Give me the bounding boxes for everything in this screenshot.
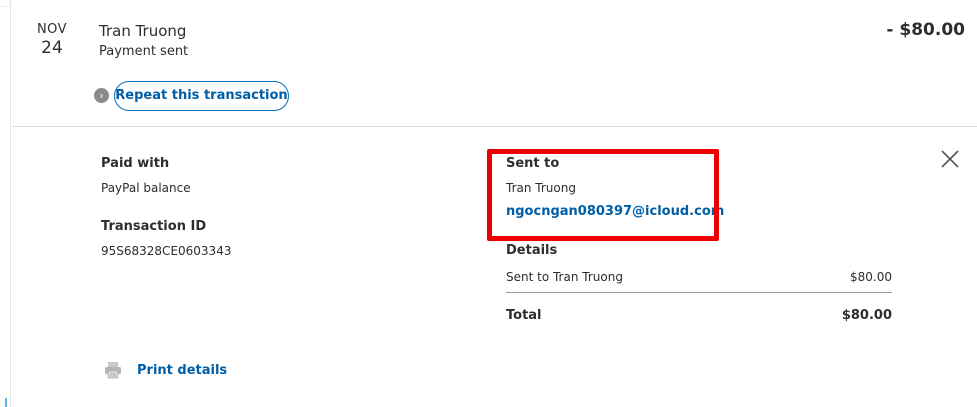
details-label: Details — [506, 243, 558, 258]
chevron-right-icon[interactable]: › — [94, 88, 109, 103]
transaction-date: NOV 24 — [22, 22, 82, 58]
print-details-link[interactable]: Print details — [137, 363, 227, 379]
transaction-id-value: 95S68328CE0603343 — [101, 244, 232, 258]
paid-with-value: PayPal balance — [101, 181, 191, 195]
total-label: Total — [506, 308, 542, 323]
transaction-id-label: Transaction ID — [101, 219, 207, 234]
scroll-edge-marker — [5, 398, 7, 407]
details-row: Sent to Tran Truong $80.00 — [506, 269, 892, 285]
details-row-amount: $80.00 — [850, 270, 892, 284]
total-row: Total $80.00 — [506, 308, 892, 324]
transaction-status: Payment sent — [99, 44, 189, 59]
date-day: 24 — [41, 38, 63, 58]
section-divider — [12, 126, 977, 127]
total-amount: $80.00 — [841, 308, 892, 323]
printer-icon[interactable] — [104, 361, 122, 379]
transaction-name: Tran Truong — [99, 22, 187, 40]
paid-with-label: Paid with — [101, 156, 170, 171]
transaction-amount: - $80.00 — [886, 20, 965, 40]
highlight-box — [487, 149, 719, 241]
close-icon[interactable] — [939, 148, 961, 170]
details-divider — [506, 292, 892, 293]
date-month: NOV — [36, 22, 68, 37]
details-row-description: Sent to Tran Truong — [506, 270, 623, 284]
repeat-transaction-button[interactable]: Repeat this transaction — [114, 81, 289, 111]
